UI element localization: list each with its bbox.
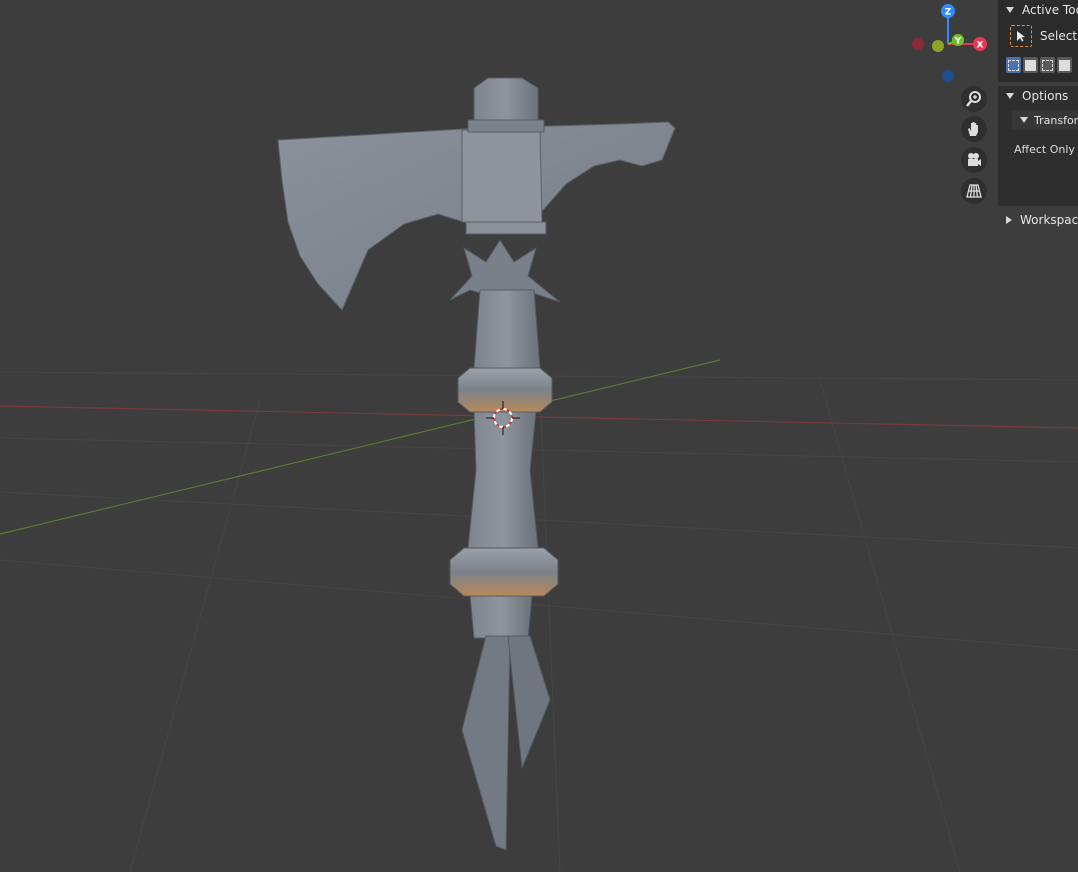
transform-title: Transform: [1034, 113, 1078, 127]
collapse-arrow-icon: [1006, 93, 1014, 99]
z-axis-label: Z: [945, 8, 952, 18]
y-axis-line: [0, 359, 721, 535]
workspace-title: Workspace: [1020, 213, 1078, 227]
options-header[interactable]: Options: [998, 86, 1078, 106]
expand-arrow-icon: [1006, 216, 1012, 224]
transform-subheader[interactable]: Transform: [1012, 110, 1078, 130]
axe-model[interactable]: [277, 77, 676, 851]
grid-perspective-icon: [966, 184, 982, 198]
hand-pan-icon: [968, 122, 978, 136]
perspective-toggle-button[interactable]: [961, 178, 987, 204]
x-axis-handle[interactable]: X: [973, 37, 987, 51]
navigation-gizmo[interactable]: Y Z X: [904, 0, 996, 84]
mode-new-selection[interactable]: [1006, 57, 1021, 73]
x-axis-label: X: [977, 41, 984, 51]
neg-x-axis-dot[interactable]: [932, 40, 944, 52]
3d-viewport[interactable]: Y Z X: [0, 0, 1078, 872]
select-box-icon: [1010, 25, 1032, 47]
neg-z-axis-dot[interactable]: [942, 70, 954, 82]
new-selection-icon: [1008, 59, 1019, 71]
select-box-tool[interactable]: Select Box: [1010, 24, 1078, 48]
zoom-icon: [966, 91, 981, 107]
scene-canvas[interactable]: [0, 0, 1078, 872]
collapse-arrow-icon: [1006, 7, 1014, 13]
options-title: Options: [1022, 89, 1069, 103]
selection-mode-group: [1006, 57, 1072, 73]
camera-view-button[interactable]: [961, 147, 987, 173]
subtract-selection-icon: [1042, 59, 1053, 71]
mode-extend-selection[interactable]: [1023, 57, 1038, 73]
tool-settings-panel: Active Tool Select Box Options Transform…: [998, 0, 1078, 240]
collapse-arrow-icon: [1020, 117, 1028, 123]
active-tool-title: Active Tool: [1022, 3, 1078, 17]
select-tool-label: Select Box: [1040, 29, 1078, 43]
z-axis-handle[interactable]: Z: [941, 4, 955, 18]
active-tool-header[interactable]: Active Tool: [998, 0, 1078, 20]
mode-subtract-selection[interactable]: [1040, 57, 1055, 73]
neg-y-axis-dot[interactable]: [912, 38, 924, 50]
camera-icon: [968, 153, 981, 166]
invert-selection-icon: [1059, 59, 1070, 71]
workspace-header[interactable]: Workspace: [998, 210, 1078, 230]
floor-grid: [0, 371, 1078, 872]
extend-selection-icon: [1025, 59, 1036, 71]
mode-invert-selection[interactable]: [1057, 57, 1072, 73]
zoom-button[interactable]: [961, 86, 987, 112]
pan-button[interactable]: [961, 116, 987, 142]
y-axis-label: Y: [954, 37, 962, 47]
affect-only-label: Affect Only: [1014, 143, 1075, 156]
